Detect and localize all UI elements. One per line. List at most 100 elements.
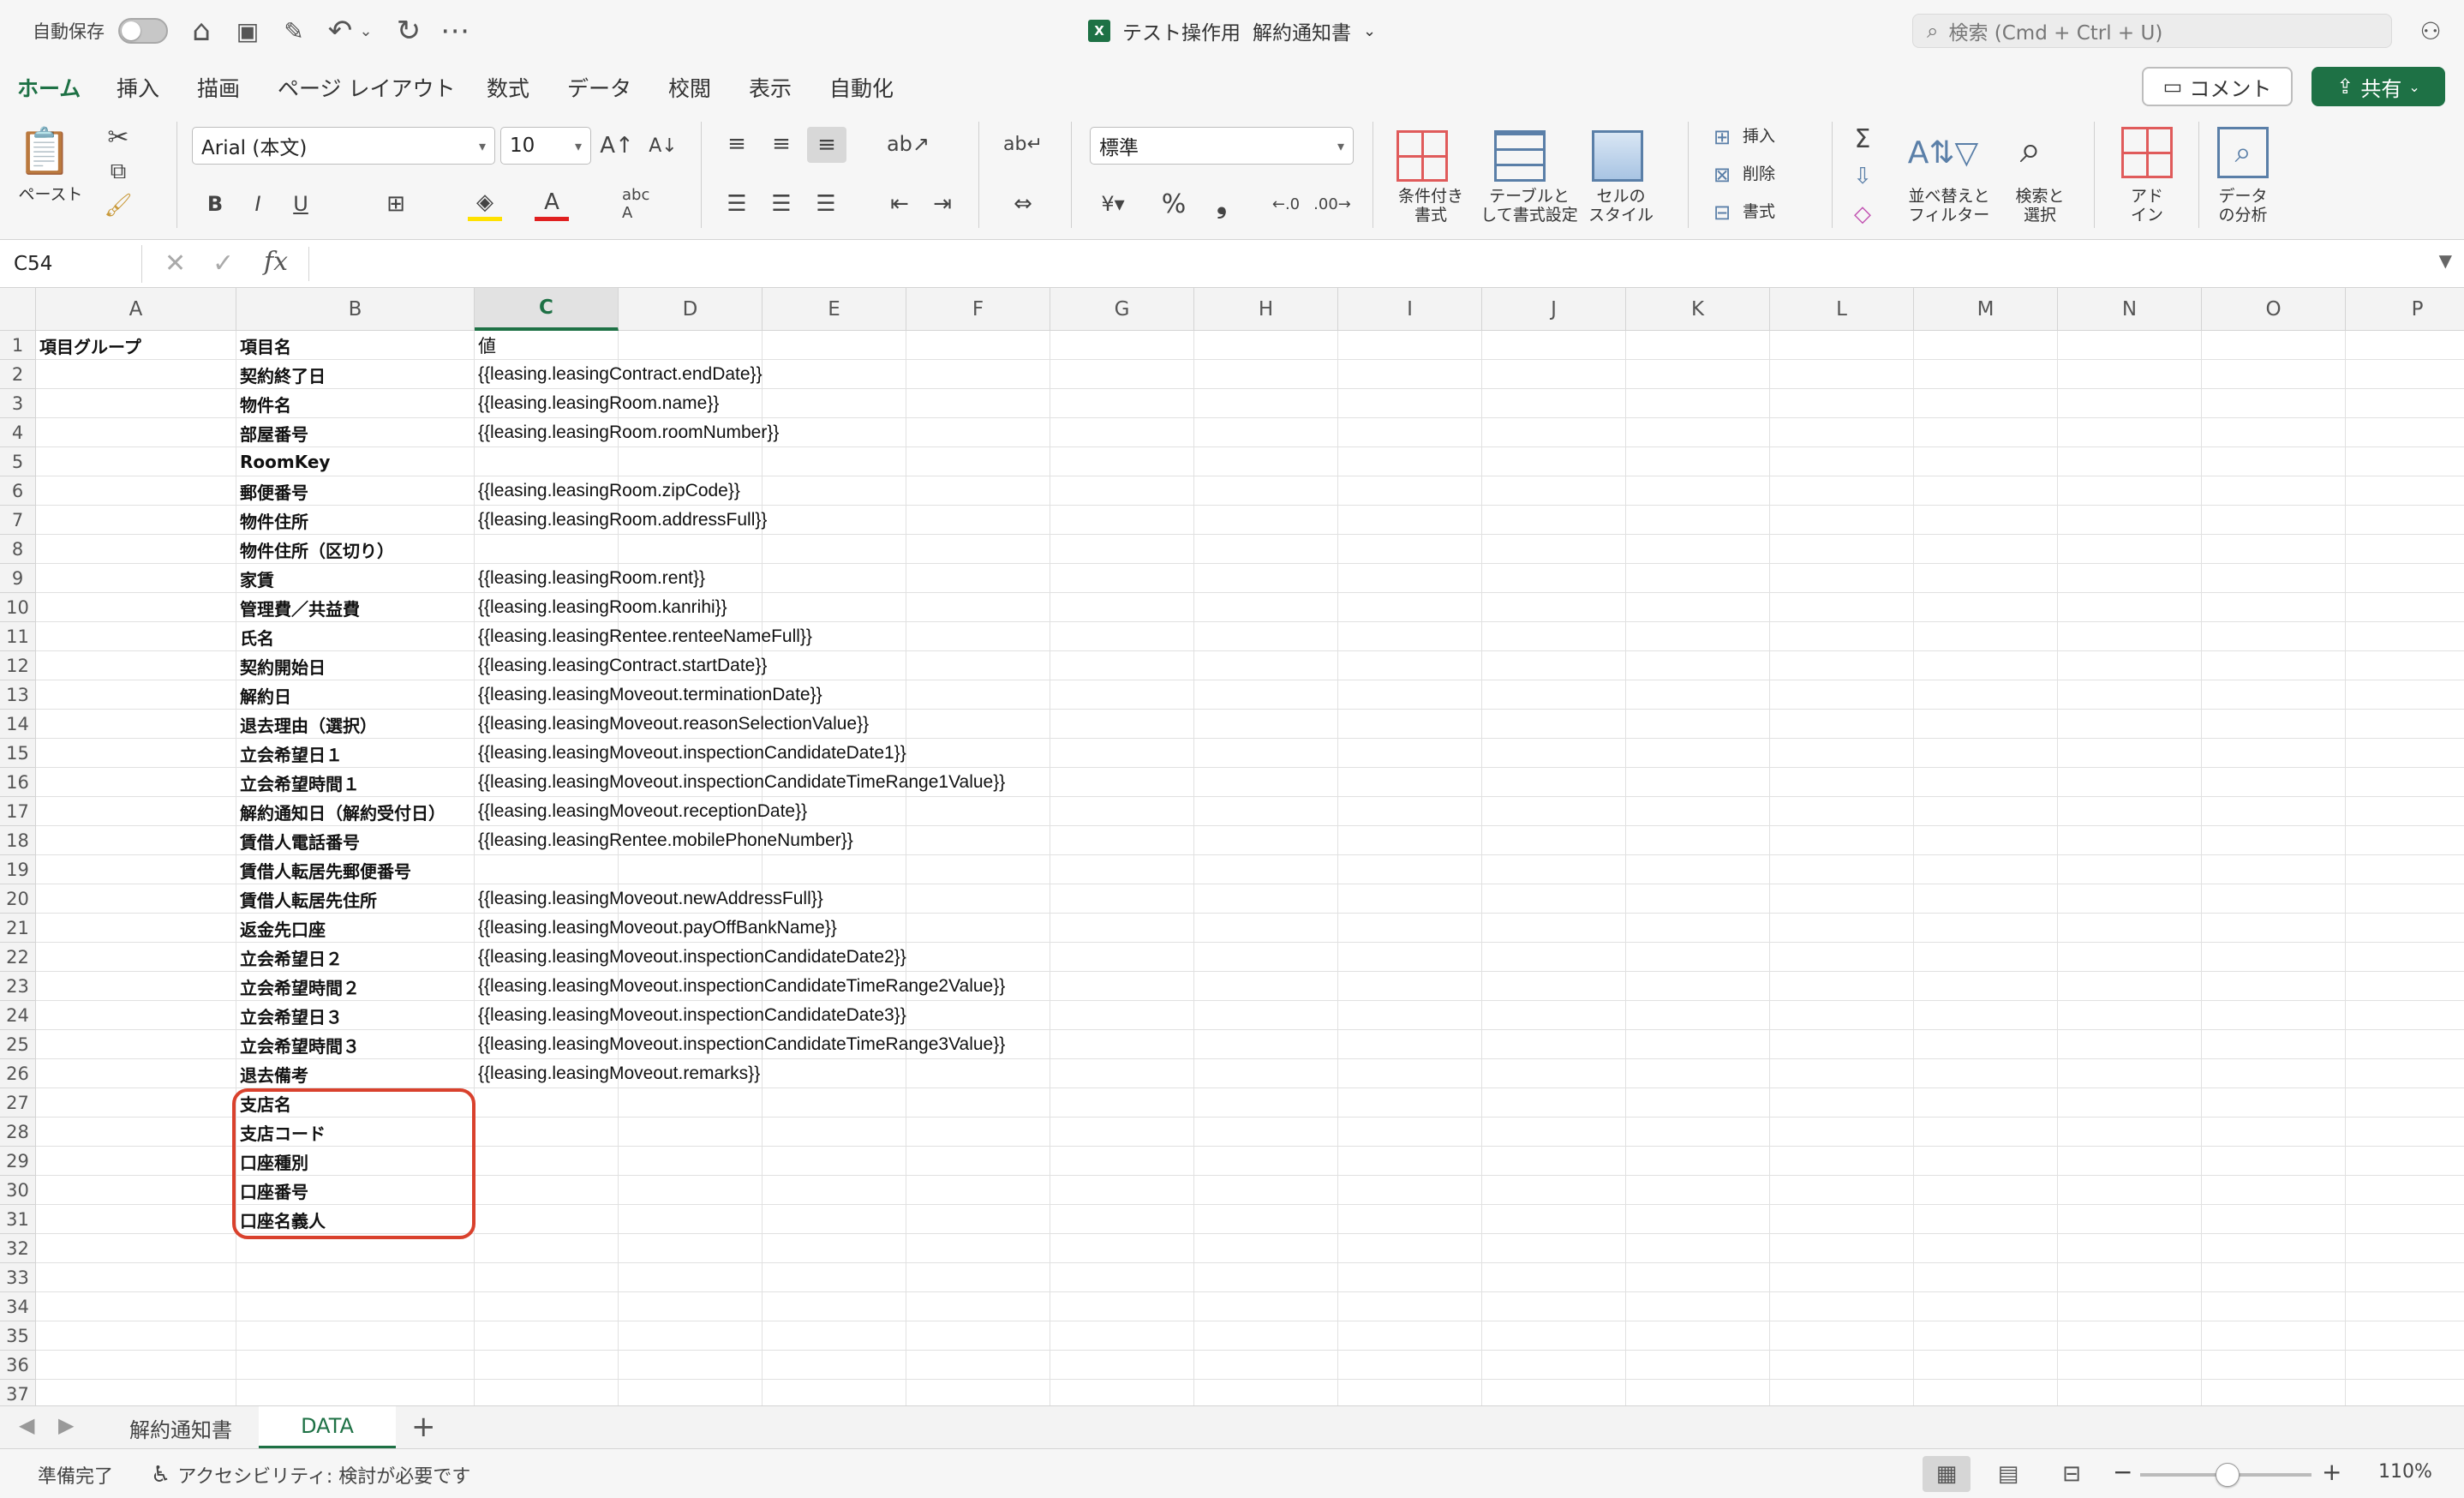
- sheet-tab-data[interactable]: DATA: [259, 1406, 396, 1449]
- column-header-a[interactable]: A: [36, 288, 236, 331]
- page-break-view-icon[interactable]: ⊟: [2048, 1456, 2096, 1492]
- cell-b7[interactable]: 物件住所: [236, 506, 308, 535]
- cell-a36[interactable]: [36, 1351, 39, 1380]
- row-header[interactable]: 13: [0, 680, 36, 710]
- row-header[interactable]: 35: [0, 1321, 36, 1351]
- row-header[interactable]: 33: [0, 1263, 36, 1292]
- confirm-icon[interactable]: ✓: [212, 249, 234, 279]
- font-color-icon[interactable]: A: [535, 187, 569, 221]
- cell-b23[interactable]: 立会希望時間２: [236, 972, 360, 1001]
- cell-a2[interactable]: [36, 360, 39, 389]
- expand-formula-icon[interactable]: ▼: [2439, 250, 2452, 271]
- cell-b17[interactable]: 解約通知日（解約受付日）: [236, 797, 446, 826]
- zoom-level[interactable]: 110%: [2378, 1461, 2432, 1483]
- column-header-i[interactable]: I: [1338, 288, 1482, 331]
- increase-font-icon[interactable]: A↑: [600, 129, 634, 163]
- cell-c19[interactable]: [475, 855, 478, 884]
- cell-a27[interactable]: [36, 1088, 39, 1118]
- tab-automate[interactable]: 自動化: [829, 72, 894, 103]
- cell-b16[interactable]: 立会希望時間１: [236, 768, 360, 797]
- cell-c9[interactable]: {{leasing.leasingRoom.rent}}: [475, 564, 705, 593]
- search-box[interactable]: ⌕ 検索 (Cmd + Ctrl + U): [1912, 14, 2392, 48]
- row-header[interactable]: 8: [0, 535, 36, 564]
- cell-c21[interactable]: {{leasing.leasingMoveout.payOffBankName}…: [475, 914, 837, 943]
- column-header-n[interactable]: N: [2058, 288, 2202, 331]
- row-header[interactable]: 1: [0, 331, 36, 360]
- tab-draw[interactable]: 描画: [197, 72, 240, 103]
- document-title[interactable]: X テスト操作用 解約通知書 ⌄: [1088, 0, 1376, 62]
- cell-a16[interactable]: [36, 768, 39, 797]
- tab-data[interactable]: データ: [567, 72, 631, 103]
- cell-c3[interactable]: {{leasing.leasingRoom.name}}: [475, 389, 719, 418]
- normal-view-icon[interactable]: ▦: [1923, 1456, 1971, 1492]
- cell-c24[interactable]: {{leasing.leasingMoveout.inspectionCandi…: [475, 1001, 906, 1030]
- cell-a13[interactable]: [36, 680, 39, 710]
- share-button[interactable]: ⇪ 共有 ⌄: [2311, 67, 2445, 106]
- paste-icon[interactable]: 📋: [17, 125, 73, 177]
- cell-b3[interactable]: 物件名: [236, 389, 291, 418]
- format-cells-label[interactable]: 書式: [1743, 202, 1775, 221]
- cell-b33[interactable]: [236, 1263, 240, 1292]
- column-header-l[interactable]: L: [1770, 288, 1914, 331]
- cell-b36[interactable]: [236, 1351, 240, 1380]
- insert-cells-label[interactable]: 挿入: [1743, 127, 1775, 146]
- autosave-toggle[interactable]: [118, 0, 168, 62]
- cell-a37[interactable]: [36, 1380, 39, 1405]
- row-header[interactable]: 7: [0, 506, 36, 535]
- merge-center-icon[interactable]: ⇔: [997, 187, 1049, 221]
- data-analysis-label[interactable]: データ の分析: [2207, 187, 2279, 225]
- cell-a12[interactable]: [36, 651, 39, 680]
- row-header[interactable]: 16: [0, 768, 36, 797]
- cell-b2[interactable]: 契約終了日: [236, 360, 326, 389]
- cell-a29[interactable]: [36, 1147, 39, 1176]
- cell-c33[interactable]: [475, 1263, 478, 1292]
- row-header[interactable]: 20: [0, 884, 36, 914]
- redo-icon[interactable]: ↻: [387, 0, 430, 62]
- increase-decimal-icon[interactable]: ←.0: [1265, 187, 1307, 221]
- column-header-g[interactable]: G: [1050, 288, 1194, 331]
- row-header[interactable]: 4: [0, 418, 36, 447]
- row-header[interactable]: 12: [0, 651, 36, 680]
- cell-a21[interactable]: [36, 914, 39, 943]
- zoom-in-icon[interactable]: +: [2322, 1458, 2341, 1486]
- cell-style-label[interactable]: セルの スタイル: [1582, 187, 1660, 225]
- cell-b25[interactable]: 立会希望時間３: [236, 1030, 360, 1059]
- cell-c17[interactable]: {{leasing.leasingMoveout.receptionDate}}: [475, 797, 807, 826]
- row-header[interactable]: 27: [0, 1088, 36, 1118]
- formula-input[interactable]: [308, 247, 2425, 281]
- tab-review[interactable]: 校閲: [668, 72, 711, 103]
- cell-c10[interactable]: {{leasing.leasingRoom.kanrihi}}: [475, 593, 727, 622]
- italic-icon[interactable]: I: [243, 187, 272, 221]
- cell-a22[interactable]: [36, 943, 39, 972]
- zoom-out-icon[interactable]: −: [2113, 1458, 2132, 1486]
- cell-c20[interactable]: {{leasing.leasingMoveout.newAddressFull}…: [475, 884, 823, 914]
- cell-b35[interactable]: [236, 1321, 240, 1351]
- table-format-label[interactable]: テーブルと して書式設定: [1474, 187, 1585, 225]
- tab-home[interactable]: ホーム: [17, 72, 81, 113]
- cut-icon[interactable]: ✂: [101, 122, 135, 153]
- cell-c4[interactable]: {{leasing.leasingRoom.roomNumber}}: [475, 418, 779, 447]
- row-header[interactable]: 11: [0, 622, 36, 651]
- cell-a35[interactable]: [36, 1321, 39, 1351]
- undo-dropdown-icon[interactable]: ⌄: [353, 0, 379, 62]
- copy-icon[interactable]: ⧉: [101, 156, 135, 187]
- column-header-f[interactable]: F: [906, 288, 1050, 331]
- wrap-text-icon[interactable]: ab↵: [997, 127, 1049, 161]
- cell-a24[interactable]: [36, 1001, 39, 1030]
- cell-a18[interactable]: [36, 826, 39, 855]
- cell-a28[interactable]: [36, 1118, 39, 1147]
- row-header[interactable]: 28: [0, 1118, 36, 1147]
- cell-a31[interactable]: [36, 1205, 39, 1234]
- tab-formulas[interactable]: 数式: [487, 72, 529, 103]
- sort-filter-icon[interactable]: A⇅▽: [1908, 127, 1978, 178]
- cell-b37[interactable]: [236, 1380, 240, 1405]
- underline-icon[interactable]: U: [286, 187, 315, 221]
- cell-a3[interactable]: [36, 389, 39, 418]
- fill-icon[interactable]: ⇩: [1845, 161, 1880, 192]
- name-box[interactable]: C54: [5, 245, 142, 283]
- save-icon[interactable]: ▣: [226, 0, 269, 62]
- add-sheet-icon[interactable]: +: [411, 1410, 436, 1444]
- align-bottom-icon[interactable]: ≡: [807, 127, 846, 163]
- next-sheet-icon[interactable]: ▶: [58, 1413, 74, 1437]
- cell-b24[interactable]: 立会希望日３: [236, 1001, 343, 1030]
